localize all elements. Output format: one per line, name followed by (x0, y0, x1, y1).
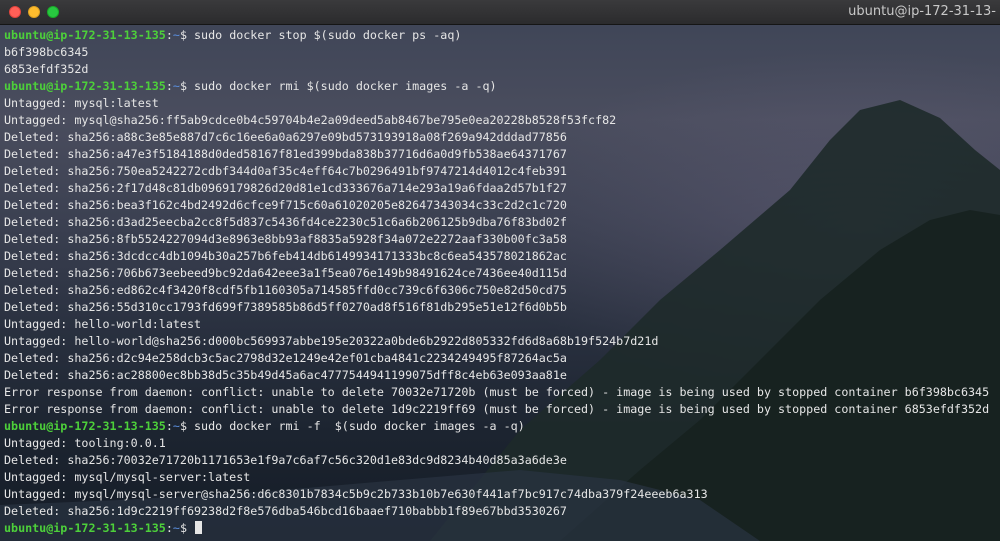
output-text: Untagged: mysql@sha256:ff5ab9cdce0b4c597… (4, 113, 617, 127)
prompt-line: ubuntu@ip-172-31-13-135:~$ (4, 520, 1000, 537)
output-text: Untagged: mysql/mysql-server:latest (4, 470, 251, 484)
output-line: Untagged: mysql@sha256:ff5ab9cdce0b4c597… (4, 112, 1000, 129)
output-line: Deleted: sha256:750ea5242272cdbf344d0af3… (4, 163, 1000, 180)
prompt-symbol: $ (179, 28, 195, 42)
output-line: Deleted: sha256:706b673eebeed9bc92da642e… (4, 265, 1000, 282)
prompt-separator: : (165, 419, 173, 433)
output-line: Deleted: sha256:a47e3f5184188d0ded58167f… (4, 146, 1000, 163)
prompt-symbol: $ (179, 419, 195, 433)
output-text: Untagged: tooling:0.0.1 (4, 436, 166, 450)
output-text: 6853efdf352d (4, 62, 89, 76)
output-text: Untagged: hello-world:latest (4, 317, 202, 331)
output-line: Deleted: sha256:8fb5524227094d3e8963e8bb… (4, 231, 1000, 248)
prompt-user-host: ubuntu@ip-172-31-13-135 (4, 79, 166, 93)
output-text: Deleted: sha256:1d9c2219ff69238d2f8e576d… (4, 504, 567, 518)
output-text: Deleted: sha256:a47e3f5184188d0ded58167f… (4, 147, 567, 161)
output-text: Deleted: sha256:ac28800ec8bb38d5c35b49d4… (4, 368, 567, 382)
output-line: 6853efdf352d (4, 61, 1000, 78)
output-line: Deleted: sha256:a88c3e85e887d7c6c16ee6a0… (4, 129, 1000, 146)
output-line: Untagged: mysql/mysql-server:latest (4, 469, 1000, 486)
output-text: Deleted: sha256:bea3f162c4bd2492d6cfce9f… (4, 198, 567, 212)
close-button[interactable] (9, 6, 21, 18)
prompt-symbol: $ (179, 79, 195, 93)
output-line: Deleted: sha256:ed862c4f3420f8cdf5fb1160… (4, 282, 1000, 299)
prompt-line: ubuntu@ip-172-31-13-135:~$ sudo docker r… (4, 418, 1000, 435)
output-line: Deleted: sha256:bea3f162c4bd2492d6cfce9f… (4, 197, 1000, 214)
prompt-user-host: ubuntu@ip-172-31-13-135 (4, 521, 166, 535)
prompt-path: ~ (172, 521, 180, 535)
prompt-separator: : (165, 521, 173, 535)
output-line: Deleted: sha256:d2c94e258dcb3c5ac2798d32… (4, 350, 1000, 367)
zoom-button[interactable] (47, 6, 59, 18)
output-line: Deleted: sha256:d3ad25eecba2cc8f5d837c54… (4, 214, 1000, 231)
prompt-line: ubuntu@ip-172-31-13-135:~$ sudo docker s… (4, 27, 1000, 44)
output-text: Deleted: sha256:d2c94e258dcb3c5ac2798d32… (4, 351, 567, 365)
output-text: Error response from daemon: conflict: un… (4, 402, 990, 416)
minimize-button[interactable] (28, 6, 40, 18)
output-line: Deleted: sha256:3dcdcc4db1094b30a257b6fe… (4, 248, 1000, 265)
prompt-user-host: ubuntu@ip-172-31-13-135 (4, 419, 166, 433)
output-line: Deleted: sha256:2f17d48c81db0969179826d2… (4, 180, 1000, 197)
output-text: Deleted: sha256:55d310cc1793fd699f738958… (4, 300, 567, 314)
prompt-separator: : (165, 79, 173, 93)
output-line: Untagged: mysql:latest (4, 95, 1000, 112)
output-text: Untagged: mysql/mysql-server@sha256:d6c8… (4, 487, 708, 501)
prompt-path: ~ (172, 28, 180, 42)
output-line: Error response from daemon: conflict: un… (4, 401, 1000, 418)
output-text: b6f398bc6345 (4, 45, 89, 59)
prompt-symbol: $ (179, 521, 195, 535)
title-bar: ubuntu@ip-172-31-13- (0, 0, 1000, 25)
output-text: Deleted: sha256:a88c3e85e887d7c6c16ee6a0… (4, 130, 567, 144)
output-text: Deleted: sha256:706b673eebeed9bc92da642e… (4, 266, 567, 280)
output-text: Untagged: hello-world@sha256:d000bc56993… (4, 334, 659, 348)
window-title: ubuntu@ip-172-31-13- (848, 4, 996, 19)
prompt-path: ~ (172, 419, 180, 433)
output-line: Untagged: hello-world:latest (4, 316, 1000, 333)
command-text: sudo docker rmi -f $(sudo docker images … (194, 419, 525, 433)
prompt-line: ubuntu@ip-172-31-13-135:~$ sudo docker r… (4, 78, 1000, 95)
output-text: Deleted: sha256:70032e71720b1171653e1f9a… (4, 453, 567, 467)
output-text: Deleted: sha256:750ea5242272cdbf344d0af3… (4, 164, 567, 178)
prompt-path: ~ (172, 79, 180, 93)
output-text: Error response from daemon: conflict: un… (4, 385, 990, 399)
output-text: Deleted: sha256:d3ad25eecba2cc8f5d837c54… (4, 215, 567, 229)
prompt-user-host: ubuntu@ip-172-31-13-135 (4, 28, 166, 42)
output-line: Untagged: tooling:0.0.1 (4, 435, 1000, 452)
output-text: Deleted: sha256:ed862c4f3420f8cdf5fb1160… (4, 283, 567, 297)
output-line: Deleted: sha256:ac28800ec8bb38d5c35b49d4… (4, 367, 1000, 384)
output-text: Deleted: sha256:2f17d48c81db0969179826d2… (4, 181, 567, 195)
command-text: sudo docker stop $(sudo docker ps -aq) (194, 28, 462, 42)
terminal-window: ubuntu@ip-172-31-13- ubuntu@ip-172-31-13… (0, 0, 1000, 541)
text-cursor (195, 521, 203, 534)
output-text: Deleted: sha256:8fb5524227094d3e8963e8bb… (4, 232, 567, 246)
terminal-output[interactable]: ubuntu@ip-172-31-13-135:~$ sudo docker s… (4, 27, 1000, 537)
output-line: b6f398bc6345 (4, 44, 1000, 61)
output-text: Deleted: sha256:3dcdcc4db1094b30a257b6fe… (4, 249, 567, 263)
prompt-separator: : (165, 28, 173, 42)
output-line: Untagged: mysql/mysql-server@sha256:d6c8… (4, 486, 1000, 503)
output-line: Deleted: sha256:1d9c2219ff69238d2f8e576d… (4, 503, 1000, 520)
command-text: sudo docker rmi $(sudo docker images -a … (194, 79, 497, 93)
output-line: Deleted: sha256:55d310cc1793fd699f738958… (4, 299, 1000, 316)
output-text: Untagged: mysql:latest (4, 96, 159, 110)
output-line: Error response from daemon: conflict: un… (4, 384, 1000, 401)
output-line: Untagged: hello-world@sha256:d000bc56993… (4, 333, 1000, 350)
output-line: Deleted: sha256:70032e71720b1171653e1f9a… (4, 452, 1000, 469)
